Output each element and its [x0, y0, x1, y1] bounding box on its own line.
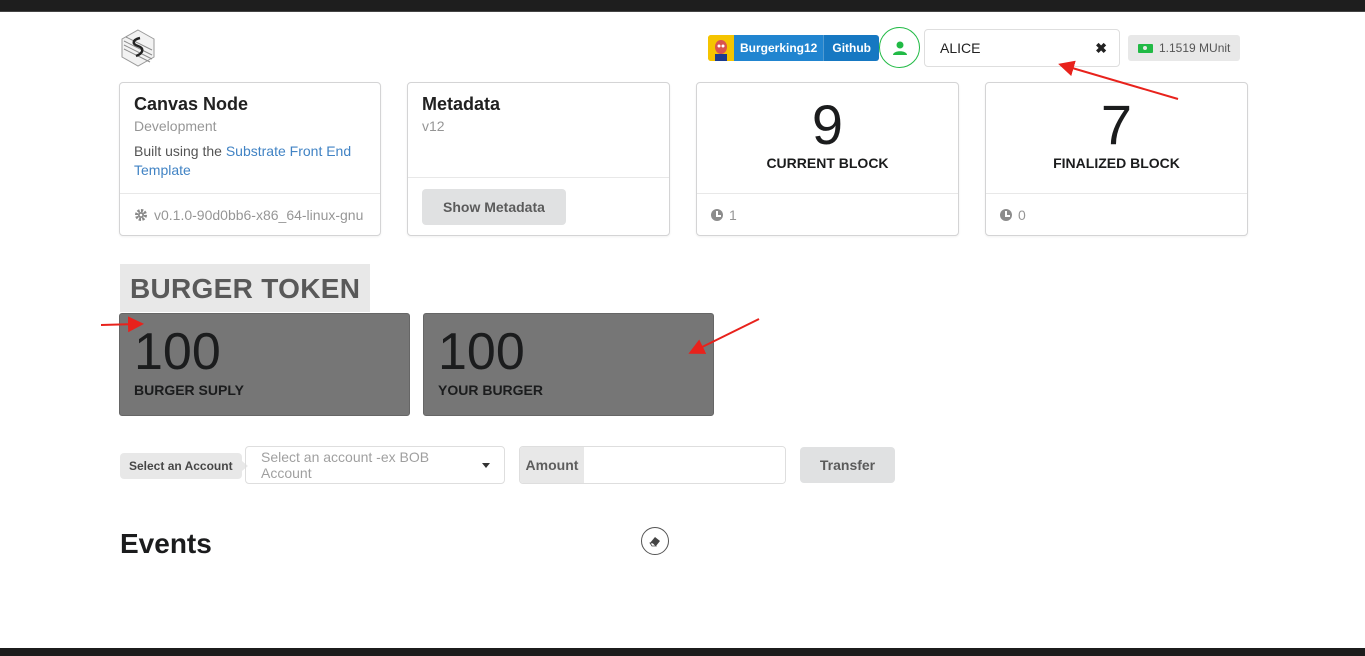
github-avatar: [708, 35, 734, 61]
amount-label: Amount: [520, 447, 584, 483]
node-version: v0.1.0-90d0bb6-x86_64-linux-gnu: [154, 206, 364, 223]
amount-field: Amount: [519, 446, 786, 484]
burger-supply-stat: 100 BURGER SUPLY: [119, 313, 410, 416]
selected-account: ALICE: [940, 40, 981, 56]
browser-top-strip: [0, 0, 1365, 12]
finalized-block-timer-row: 0: [986, 193, 1247, 235]
balance-value: 1.1519 MUnit: [1159, 41, 1231, 55]
show-metadata-button[interactable]: Show Metadata: [422, 188, 566, 225]
substrate-logo: [121, 29, 155, 67]
clock-icon: [1000, 208, 1012, 221]
node-info-card: Canvas Node Development Built using the …: [119, 82, 381, 236]
dropdown-caret-icon: [482, 462, 490, 468]
your-burger-stat: 100 YOUR BURGER: [423, 313, 714, 416]
finalized-block-label: FINALIZED BLOCK: [1053, 155, 1180, 171]
node-description-prefix: Built using the: [134, 143, 226, 159]
current-block-label: CURRENT BLOCK: [766, 155, 889, 171]
recipient-placeholder: Select an account -ex BOB Account: [261, 449, 430, 481]
finalized-block-timer: 0: [1018, 206, 1026, 223]
node-description: Built using the Substrate Front End Temp…: [134, 142, 366, 180]
burger-supply-label: BURGER SUPLY: [134, 382, 244, 398]
transfer-button[interactable]: Transfer: [800, 447, 895, 483]
github-link[interactable]: Github: [823, 35, 880, 61]
clock-icon: [711, 208, 723, 221]
current-block-timer: 1: [729, 206, 737, 223]
clear-events-button[interactable]: [641, 527, 669, 555]
account-selector[interactable]: ALICE ✖: [924, 29, 1120, 67]
your-burger-value: 100: [438, 323, 525, 381]
balance-label: 1.1519 MUnit: [1128, 35, 1241, 61]
metadata-card: Metadata v12 Show Metadata: [407, 82, 670, 236]
node-version-row: v0.1.0-90d0bb6-x86_64-linux-gnu: [120, 193, 380, 235]
node-chain: Development: [134, 118, 217, 134]
os-taskbar: [0, 648, 1365, 656]
finalized-block-number: 7: [1100, 93, 1133, 156]
finalized-block-card: 7 FINALIZED BLOCK 0: [985, 82, 1248, 236]
money-icon: [1138, 43, 1153, 53]
events-title: Events: [120, 528, 212, 559]
amount-input[interactable]: [584, 447, 785, 483]
node-name: Canvas Node: [134, 94, 249, 114]
account-user-icon[interactable]: [879, 27, 920, 68]
current-block-card: 9 CURRENT BLOCK 1: [696, 82, 959, 236]
metadata-title: Metadata: [422, 94, 501, 114]
github-username[interactable]: Burgerking12: [734, 35, 824, 61]
github-badge[interactable]: Burgerking12 Github: [708, 35, 880, 61]
burger-supply-value: 100: [134, 323, 221, 381]
metadata-version: v12: [422, 118, 445, 134]
recipient-dropdown[interactable]: Select an account -ex BOB Account: [245, 446, 505, 484]
current-block-timer-row: 1: [697, 193, 958, 235]
metadata-actions: Show Metadata: [408, 177, 669, 235]
clear-icon[interactable]: ✖: [1095, 40, 1107, 57]
gear-icon: [135, 208, 147, 221]
your-burger-label: YOUR BURGER: [438, 382, 544, 398]
token-section-title: BURGER TOKEN: [120, 264, 371, 312]
eraser-icon: [649, 537, 660, 547]
current-block-number: 9: [811, 93, 844, 156]
select-account-label: Select an Account: [120, 453, 248, 479]
